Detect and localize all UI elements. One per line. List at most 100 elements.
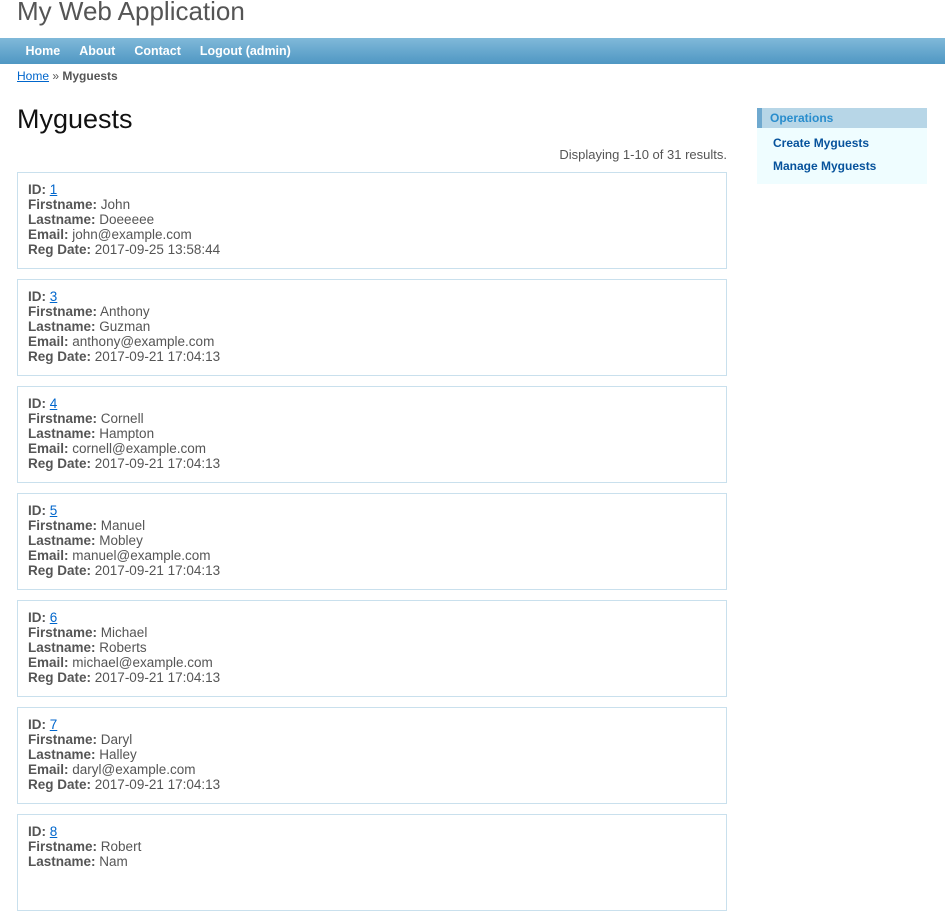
- lastname-value: Halley: [99, 747, 137, 762]
- breadcrumb-home[interactable]: Home: [17, 69, 49, 83]
- guest-card: ID: 5 Firstname: Manuel Lastname: Mobley Em…: [17, 493, 727, 590]
- guest-id-link[interactable]: 8: [50, 824, 58, 839]
- email-value: michael@example.com: [72, 655, 213, 670]
- regdate-value: 2017-09-25 13:58:44: [94, 242, 221, 257]
- nav-contact[interactable]: Contact: [125, 38, 191, 64]
- email-label: Email:: [28, 762, 69, 777]
- guest-id-link[interactable]: 1: [50, 182, 58, 197]
- field-email: Email: daryl@example.com: [28, 762, 716, 777]
- sidebar-title: Operations: [757, 108, 927, 128]
- operations-sidebar: Operations Create Myguests Manage Mygues…: [757, 108, 927, 184]
- page-title: Myguests: [17, 104, 133, 134]
- id-label: ID:: [28, 182, 46, 197]
- firstname-value: Robert: [100, 839, 142, 854]
- field-regdate: Reg Date: 2017-09-21 17:04:13: [28, 777, 716, 792]
- regdate-value: 2017-09-21 17:04:13: [94, 563, 221, 578]
- field-regdate: Reg Date: 2017-09-21 17:04:13: [28, 456, 716, 471]
- field-id: ID: 4: [28, 396, 716, 411]
- id-label: ID:: [28, 824, 46, 839]
- email-label: Email:: [28, 548, 69, 563]
- field-lastname: Lastname: Hampton: [28, 426, 716, 441]
- field-lastname: Lastname: Doeeeee: [28, 212, 716, 227]
- field-firstname: Firstname: Michael: [28, 625, 716, 640]
- firstname-label: Firstname:: [28, 518, 98, 533]
- field-email: Email: cornell@example.com: [28, 441, 716, 456]
- guest-id-link[interactable]: 7: [50, 717, 58, 732]
- firstname-value: Daryl: [100, 732, 133, 747]
- field-regdate: Reg Date: 2017-09-25 13:58:44: [28, 242, 716, 257]
- guest-card: ID: 8 Firstname: Robert Lastname: Nam: [17, 814, 727, 911]
- field-lastname: Lastname: Halley: [28, 747, 716, 762]
- lastname-label: Lastname:: [28, 426, 96, 441]
- firstname-value: John: [100, 197, 131, 212]
- regdate-label: Reg Date:: [28, 242, 92, 257]
- guest-id-link[interactable]: 3: [50, 289, 58, 304]
- firstname-value: Anthony: [100, 304, 150, 319]
- firstname-label: Firstname:: [28, 625, 98, 640]
- manage-myguests-link[interactable]: Manage Myguests: [757, 159, 927, 174]
- guest-id-link[interactable]: 5: [50, 503, 58, 518]
- field-email: Email: michael@example.com: [28, 655, 716, 670]
- guest-id-link[interactable]: 6: [50, 610, 58, 625]
- guest-list: ID: 1 Firstname: John Lastname: Doeeeee Ema…: [17, 172, 727, 921]
- firstname-label: Firstname:: [28, 732, 98, 747]
- lastname-label: Lastname:: [28, 747, 96, 762]
- field-firstname: Firstname: Manuel: [28, 518, 716, 533]
- lastname-value: Mobley: [99, 533, 143, 548]
- firstname-value: Michael: [100, 625, 148, 640]
- lastname-value: Hampton: [99, 426, 155, 441]
- field-firstname: Firstname: Anthony: [28, 304, 716, 319]
- field-id: ID: 1: [28, 182, 716, 197]
- guest-card: ID: 7 Firstname: Daryl Lastname: Halley Ema…: [17, 707, 727, 804]
- lastname-label: Lastname:: [28, 212, 96, 227]
- guest-card: ID: 1 Firstname: John Lastname: Doeeeee Ema…: [17, 172, 727, 269]
- lastname-value: Doeeeee: [99, 212, 155, 227]
- email-value: anthony@example.com: [72, 334, 215, 349]
- email-label: Email:: [28, 334, 69, 349]
- lastname-label: Lastname:: [28, 640, 96, 655]
- field-id: ID: 5: [28, 503, 716, 518]
- regdate-value: 2017-09-21 17:04:13: [94, 456, 221, 471]
- id-label: ID:: [28, 503, 46, 518]
- nav-about[interactable]: About: [70, 38, 125, 64]
- regdate-label: Reg Date:: [28, 777, 92, 792]
- field-firstname: Firstname: Daryl: [28, 732, 716, 747]
- id-label: ID:: [28, 396, 46, 411]
- firstname-label: Firstname:: [28, 304, 98, 319]
- field-email: Email: manuel@example.com: [28, 548, 716, 563]
- guest-card: ID: 4 Firstname: Cornell Lastname: Hampton…: [17, 386, 727, 483]
- guest-card: ID: 6 Firstname: Michael Lastname: Roberts…: [17, 600, 727, 697]
- guest-card: ID: 3 Firstname: Anthony Lastname: Guzman E…: [17, 279, 727, 376]
- guest-id-link[interactable]: 4: [50, 396, 58, 411]
- firstname-label: Firstname:: [28, 839, 98, 854]
- firstname-label: Firstname:: [28, 197, 98, 212]
- field-firstname: Firstname: Robert: [28, 839, 716, 854]
- lastname-label: Lastname:: [28, 319, 96, 334]
- nav-logout[interactable]: Logout (admin): [190, 38, 300, 64]
- firstname-value: Manuel: [100, 518, 146, 533]
- nav-home[interactable]: Home: [16, 38, 70, 64]
- field-id: ID: 6: [28, 610, 716, 625]
- field-email: Email: anthony@example.com: [28, 334, 716, 349]
- main-nav: Home About Contact Logout (admin): [0, 38, 945, 64]
- email-value: manuel@example.com: [72, 548, 211, 563]
- firstname-label: Firstname:: [28, 411, 98, 426]
- field-lastname: Lastname: Guzman: [28, 319, 716, 334]
- field-firstname: Firstname: Cornell: [28, 411, 716, 426]
- regdate-label: Reg Date:: [28, 670, 92, 685]
- email-label: Email:: [28, 655, 69, 670]
- field-lastname: Lastname: Mobley: [28, 533, 716, 548]
- field-lastname: Lastname: Roberts: [28, 640, 716, 655]
- results-summary: Displaying 1-10 of 31 results.: [559, 147, 727, 162]
- email-value: daryl@example.com: [72, 762, 196, 777]
- field-regdate: Reg Date: 2017-09-21 17:04:13: [28, 349, 716, 364]
- regdate-label: Reg Date:: [28, 563, 92, 578]
- id-label: ID:: [28, 289, 46, 304]
- create-myguests-link[interactable]: Create Myguests: [757, 136, 927, 151]
- email-value: john@example.com: [72, 227, 192, 242]
- app-title: My Web Application: [17, 0, 245, 26]
- field-email: Email: john@example.com: [28, 227, 716, 242]
- breadcrumb: Home » Myguests: [17, 69, 118, 83]
- regdate-value: 2017-09-21 17:04:13: [94, 349, 221, 364]
- regdate-label: Reg Date:: [28, 456, 92, 471]
